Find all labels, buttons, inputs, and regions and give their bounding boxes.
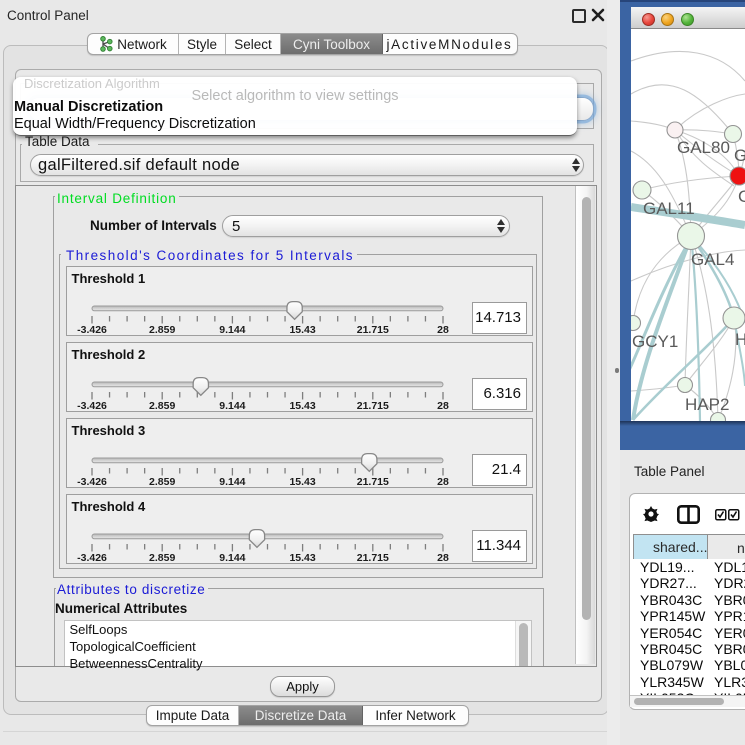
svg-text:GAL4: GAL4	[691, 250, 734, 269]
svg-text:2.859: 2.859	[149, 324, 175, 336]
svg-text:GCY1: GCY1	[632, 332, 678, 351]
svg-text:21.715: 21.715	[357, 476, 389, 488]
svg-text:2.859: 2.859	[149, 552, 175, 564]
svg-text:9.144: 9.144	[219, 324, 245, 336]
svg-text:28: 28	[437, 400, 449, 412]
svg-text:-3.426: -3.426	[77, 324, 107, 336]
svg-text:28: 28	[437, 476, 449, 488]
svg-text:GA: GA	[734, 146, 745, 165]
svg-text:2.859: 2.859	[149, 400, 175, 412]
svg-text:9.144: 9.144	[219, 476, 245, 488]
svg-text:C: C	[738, 187, 745, 206]
svg-text:15.43: 15.43	[289, 552, 315, 564]
svg-text:HAP2: HAP2	[685, 395, 729, 414]
svg-text:-3.426: -3.426	[77, 552, 107, 564]
svg-text:9.144: 9.144	[219, 400, 245, 412]
svg-text:21.715: 21.715	[357, 400, 389, 412]
svg-text:-3.426: -3.426	[77, 400, 107, 412]
svg-text:21.715: 21.715	[357, 552, 389, 564]
svg-text:-3.426: -3.426	[77, 476, 107, 488]
svg-text:9.144: 9.144	[219, 552, 245, 564]
svg-text:2.859: 2.859	[149, 476, 175, 488]
svg-text:H: H	[735, 330, 745, 349]
svg-text:15.43: 15.43	[289, 400, 315, 412]
svg-text:28: 28	[437, 552, 449, 564]
svg-text:28: 28	[437, 324, 449, 336]
svg-text:15.43: 15.43	[289, 324, 315, 336]
svg-text:GAL11: GAL11	[643, 199, 695, 218]
svg-text:21.715: 21.715	[357, 324, 389, 336]
svg-text:15.43: 15.43	[289, 476, 315, 488]
svg-text:GAL80: GAL80	[677, 138, 730, 157]
